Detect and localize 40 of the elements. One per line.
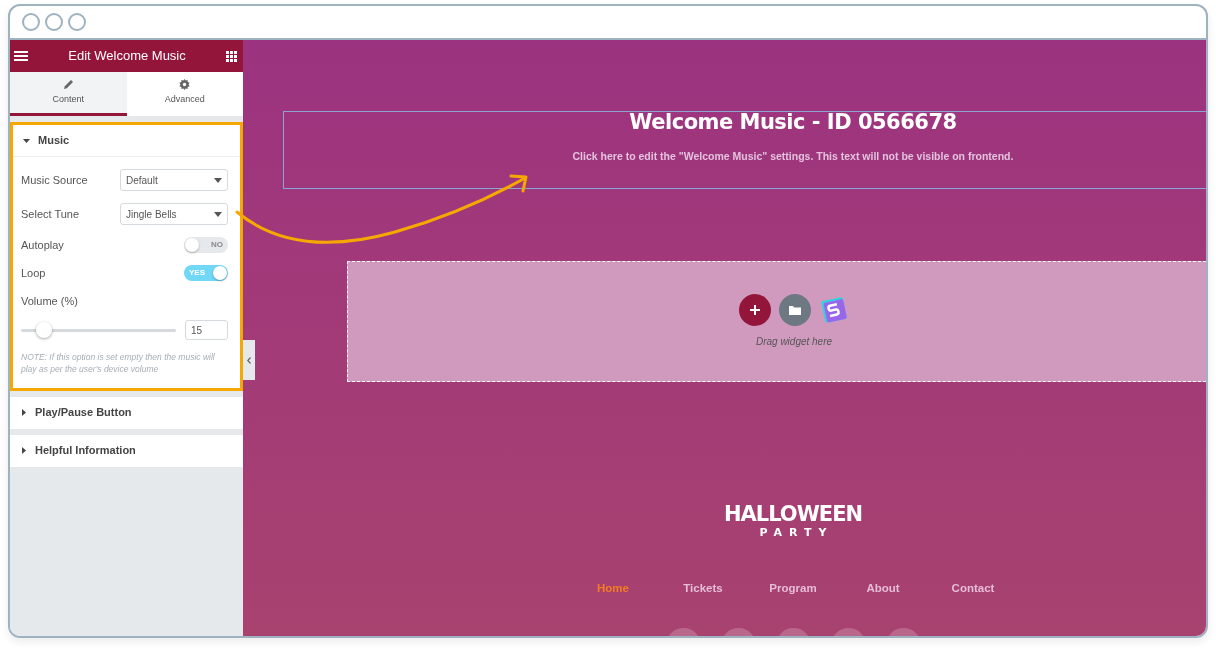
- field-label: Volume (%): [21, 293, 78, 309]
- chevron-left-icon: [247, 356, 251, 364]
- field-label: Autoplay: [21, 237, 64, 253]
- number-field[interactable]: 15: [185, 320, 228, 340]
- caret-icon: [23, 137, 30, 144]
- window-control[interactable]: [45, 13, 63, 31]
- select-field[interactable]: Jingle Bells: [120, 203, 228, 225]
- widget-title: Welcome Music - ID 0566678: [628, 109, 958, 136]
- collapse-handle[interactable]: [243, 340, 255, 380]
- widget-hint: Click here to edit the "Welcome Music" settings. This text will not be visible on frontend.: [571, 148, 1015, 164]
- panel-title: Edit Welcome Music: [68, 47, 186, 66]
- logo-subtitle: PARTY: [758, 525, 835, 541]
- widget-placeholder[interactable]: Welcome Music - ID 0566678 Click here to edit the "Welcome Music" settings. This text will not be visible on frontend.: [283, 111, 1206, 189]
- slider-thumb[interactable]: [36, 321, 53, 338]
- drop-hint: Drag widget here: [755, 335, 833, 349]
- field-label: Select Tune: [21, 206, 80, 222]
- nav-link[interactable]: Program: [748, 580, 838, 598]
- pencil-icon: [62, 78, 74, 90]
- folder-icon: [789, 305, 801, 315]
- gear-icon: [179, 78, 191, 90]
- section-header[interactable]: Helpful Information: [10, 434, 243, 467]
- logo-title: HALLOWEEN: [722, 504, 864, 525]
- note-text: NOTE: If this option is set empty then the music will play as per the user's device volume: [20, 351, 216, 377]
- caret-icon: [20, 447, 27, 455]
- section-header[interactable]: Play/Pause Button: [10, 396, 243, 429]
- select-field[interactable]: Default: [120, 169, 228, 191]
- panel-tab[interactable]: Content: [10, 72, 127, 116]
- plus-icon: [750, 305, 760, 315]
- caret-icon: [214, 211, 222, 217]
- section-header[interactable]: Music: [13, 125, 240, 157]
- caret-icon: [20, 409, 27, 417]
- caret-icon: [214, 177, 222, 183]
- template-button[interactable]: [779, 294, 811, 326]
- window-control[interactable]: [22, 13, 40, 31]
- field-label: Music Source: [21, 172, 88, 188]
- grid-icon[interactable]: [226, 50, 237, 62]
- field-label: Loop: [21, 265, 46, 281]
- menu-icon[interactable]: [14, 50, 28, 62]
- add-button[interactable]: [739, 294, 771, 326]
- window-control[interactable]: [68, 13, 86, 31]
